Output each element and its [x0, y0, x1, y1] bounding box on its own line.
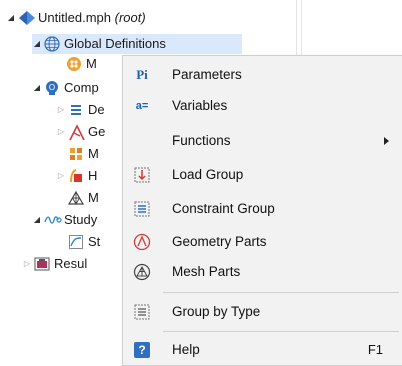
tree-node-label: Comp — [64, 80, 99, 95]
menu-item-label: Variables — [172, 98, 228, 113]
expand-open-icon[interactable]: ◢ — [32, 34, 42, 54]
results-icon — [34, 256, 50, 272]
menu-item-constraint-group[interactable]: Constraint Group — [123, 194, 402, 224]
load-group-icon — [133, 166, 151, 184]
expand-open-icon[interactable]: ◢ — [32, 78, 42, 98]
menu-item-label: Mesh Parts — [172, 264, 241, 279]
expand-closed-icon[interactable]: ▷ — [56, 166, 66, 186]
variables-icon: a= — [135, 100, 149, 112]
tree-node-mesh[interactable]: M — [67, 188, 99, 208]
root-model-icon — [18, 10, 35, 26]
tree-node-label: Untitled.mph (root) — [38, 10, 146, 25]
tree-node-study-step[interactable]: St — [68, 232, 100, 252]
menu-item-label: Group by Type — [172, 304, 261, 319]
menu-item-parameters[interactable]: Pi Parameters — [123, 60, 402, 90]
geometry-icon — [68, 124, 85, 141]
tree-node-definitions[interactable]: ▷ De — [56, 100, 105, 120]
mesh-icon — [67, 190, 85, 206]
tree-node-label: Global Definitions — [64, 36, 166, 51]
heat-transfer-icon — [68, 168, 84, 184]
expand-open-icon[interactable]: ◢ — [6, 8, 16, 28]
tree-node-global-definitions[interactable]: ◢ Global Definitions — [32, 34, 242, 54]
menu-separator — [163, 292, 399, 293]
tree-node-component[interactable]: ◢ O Comp — [32, 78, 99, 98]
submenu-arrow-icon — [384, 137, 389, 145]
parameters-icon: Pi — [136, 67, 148, 82]
menu-item-label: Constraint Group — [172, 201, 275, 216]
study-icon — [44, 212, 62, 228]
expand-closed-icon[interactable]: ▷ — [22, 254, 32, 274]
mesh-parts-icon — [133, 263, 151, 281]
component-icon: O — [44, 80, 60, 96]
menu-separator — [163, 331, 399, 332]
menu-item-shortcut: F1 — [367, 342, 383, 357]
tree-node-label: Resul — [54, 256, 88, 271]
svg-text:O: O — [49, 83, 55, 92]
menu-item-label: Help — [172, 342, 200, 357]
tree-node-label: H — [88, 168, 98, 183]
study-step-icon — [68, 234, 84, 250]
constraint-group-icon — [133, 200, 151, 218]
tree-node-label: M — [88, 190, 99, 205]
expand-closed-icon[interactable]: ▷ — [56, 100, 66, 120]
tree-node-study[interactable]: ◢ Study — [32, 210, 97, 230]
menu-item-group-by-type[interactable]: Group by Type — [123, 297, 402, 327]
tree-node-label: St — [88, 234, 101, 249]
expand-open-icon[interactable]: ◢ — [32, 210, 42, 230]
tree-node-geometry[interactable]: ▷ Ge — [56, 122, 105, 142]
tree-node-materials-component[interactable]: M — [68, 144, 99, 164]
geometry-parts-icon — [133, 233, 151, 251]
help-icon: ? — [133, 341, 151, 359]
tree-node-root[interactable]: ◢ Untitled.mph (root) — [6, 8, 146, 28]
menu-item-geometry-parts[interactable]: Geometry Parts — [123, 227, 402, 257]
context-menu: Pi Parameters a= Variables Functions Loa… — [122, 55, 402, 366]
menu-item-label: Parameters — [172, 67, 242, 82]
menu-item-label: Load Group — [172, 167, 244, 182]
menu-item-load-group[interactable]: Load Group — [123, 160, 402, 190]
menu-item-variables[interactable]: a= Variables — [123, 91, 402, 121]
globe-icon — [44, 36, 60, 52]
tree-node-label: M — [86, 56, 97, 71]
expand-closed-icon[interactable]: ▷ — [56, 122, 66, 142]
tree-node-results[interactable]: ▷ Resul — [22, 254, 87, 274]
tree-node-label: Ge — [88, 124, 106, 139]
menu-item-functions[interactable]: Functions — [123, 126, 402, 156]
menu-item-label: Functions — [172, 133, 231, 148]
tree-node-materials[interactable]: M — [66, 54, 97, 74]
menu-item-label: Geometry Parts — [172, 234, 267, 249]
menu-item-help[interactable]: ? Help F1 — [123, 335, 402, 365]
menu-item-mesh-parts[interactable]: Mesh Parts — [123, 257, 402, 287]
tree-node-label: Study — [64, 212, 98, 227]
tree-node-label: De — [88, 102, 105, 117]
group-by-type-icon — [133, 303, 151, 321]
tree-node-heat-transfer[interactable]: ▷ H — [56, 166, 97, 186]
materials-icon — [66, 56, 82, 72]
tree-node-label: M — [88, 146, 99, 161]
materials-grid-icon — [68, 146, 84, 162]
definitions-icon — [68, 102, 84, 118]
